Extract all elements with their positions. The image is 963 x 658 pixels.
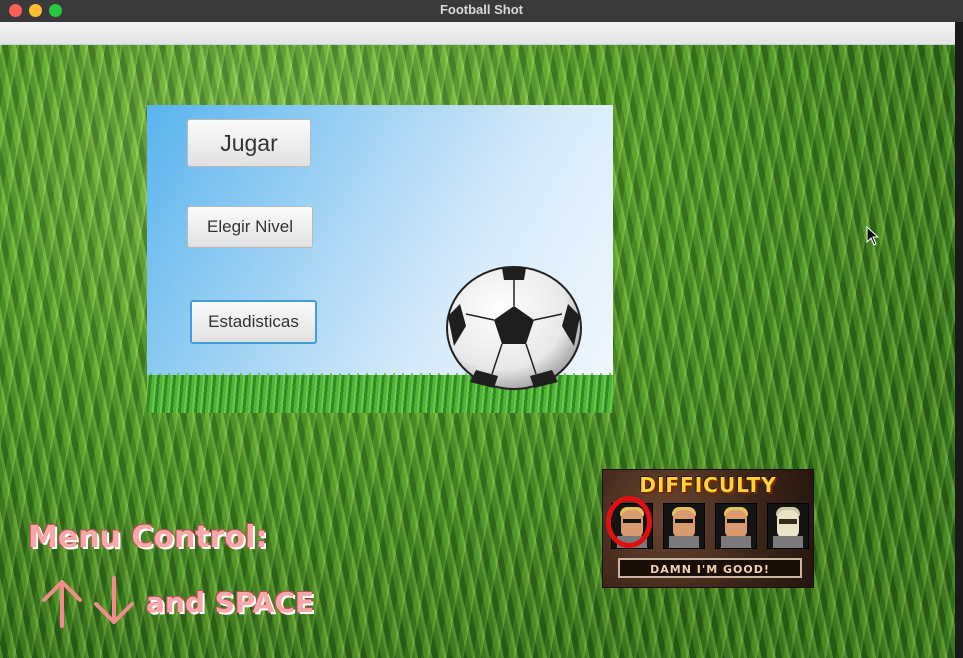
statistics-button[interactable]: Estadisticas <box>190 300 317 344</box>
difficulty-face-2[interactable] <box>663 503 705 549</box>
window-titlebar: Football Shot <box>0 0 963 22</box>
difficulty-title: DIFFICULTY <box>639 473 777 497</box>
window-toolbar <box>0 22 963 45</box>
window-edge <box>955 22 963 658</box>
difficulty-selector[interactable]: DIFFICULTY DAMN I'M GOOD! <box>602 469 814 588</box>
arrow-up-icon <box>42 580 82 628</box>
soccer-ball-icon <box>446 266 582 390</box>
mouse-cursor-icon <box>866 226 880 246</box>
arrow-down-icon <box>94 576 134 624</box>
selection-ring <box>606 496 652 548</box>
window-title: Football Shot <box>439 2 524 17</box>
difficulty-face-4[interactable] <box>767 503 809 549</box>
choose-level-button[interactable]: Elegir Nivel <box>187 206 313 248</box>
menu-control-keys: and SPACE <box>146 586 315 619</box>
menu-control-title: Menu Control: <box>28 520 268 555</box>
play-button[interactable]: Jugar <box>187 119 311 167</box>
difficulty-face-3[interactable] <box>715 503 757 549</box>
difficulty-level-label: DAMN I'M GOOD! <box>618 558 802 578</box>
